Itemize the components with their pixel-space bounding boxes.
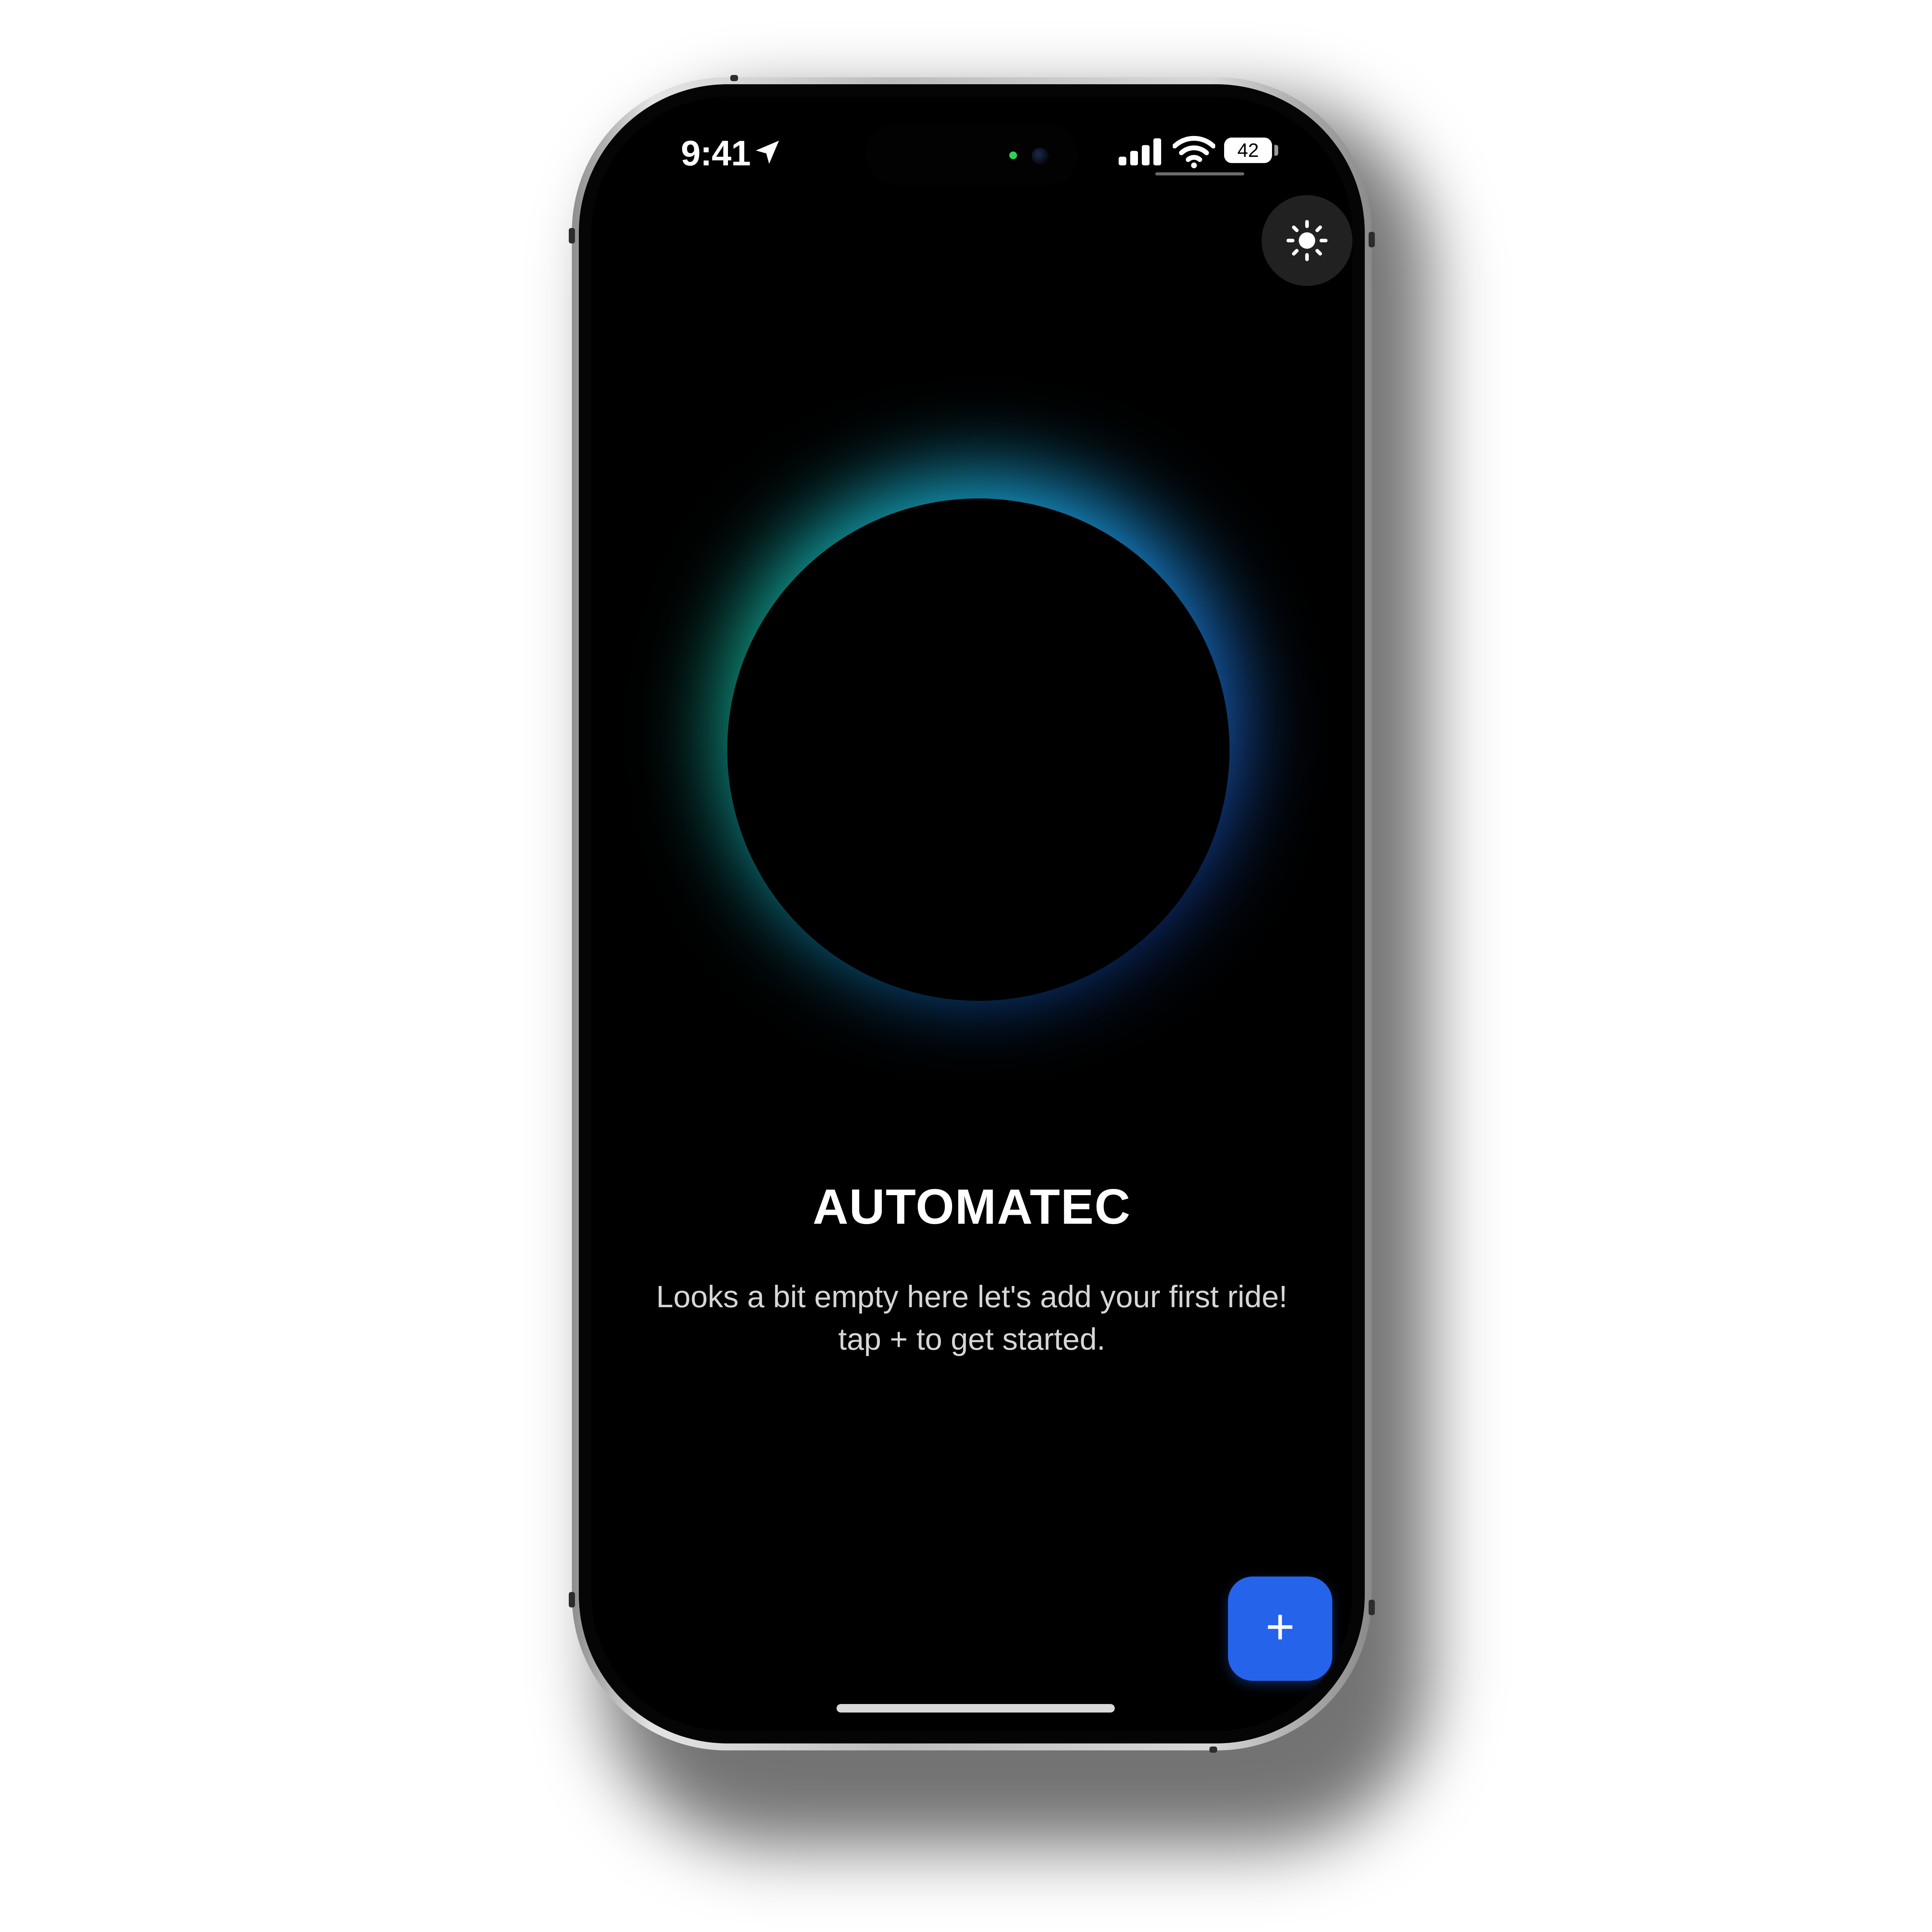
sun-icon [1286,220,1328,261]
app-screen: 9:41 42 AUTOMATEC Looks a bit empty here… [591,97,1352,1731]
battery-percentage: 42 [1237,139,1259,161]
status-time: 9:41 [681,134,751,173]
camera-indicator-dot [1009,151,1017,159]
home-indicator[interactable] [837,1704,1115,1713]
cellular-signal-icon [1119,138,1161,165]
side-button [1369,232,1375,247]
frame-notch [1209,1747,1217,1753]
location-arrow-icon [756,141,779,164]
battery-icon: 42 [1224,138,1272,163]
theme-toggle-button[interactable] [1262,195,1352,286]
wifi-icon [1173,136,1215,168]
add-ride-button[interactable]: + [1228,1577,1332,1681]
side-button [569,1592,575,1607]
frame-notch [730,75,738,81]
plus-icon: + [1265,1598,1295,1655]
dynamic-island [866,124,1078,185]
battery-cap [1274,145,1278,156]
side-button [1369,1600,1375,1615]
empty-state-hint: tap + to get started. [838,1322,1105,1356]
eclipse-circle [727,498,1230,1001]
app-title: AUTOMATEC [813,1179,1131,1235]
status-underline [1155,172,1244,175]
empty-state-message: Looks a bit empty here let's add your fi… [656,1279,1287,1314]
front-camera [1032,148,1049,165]
side-button [569,228,575,243]
